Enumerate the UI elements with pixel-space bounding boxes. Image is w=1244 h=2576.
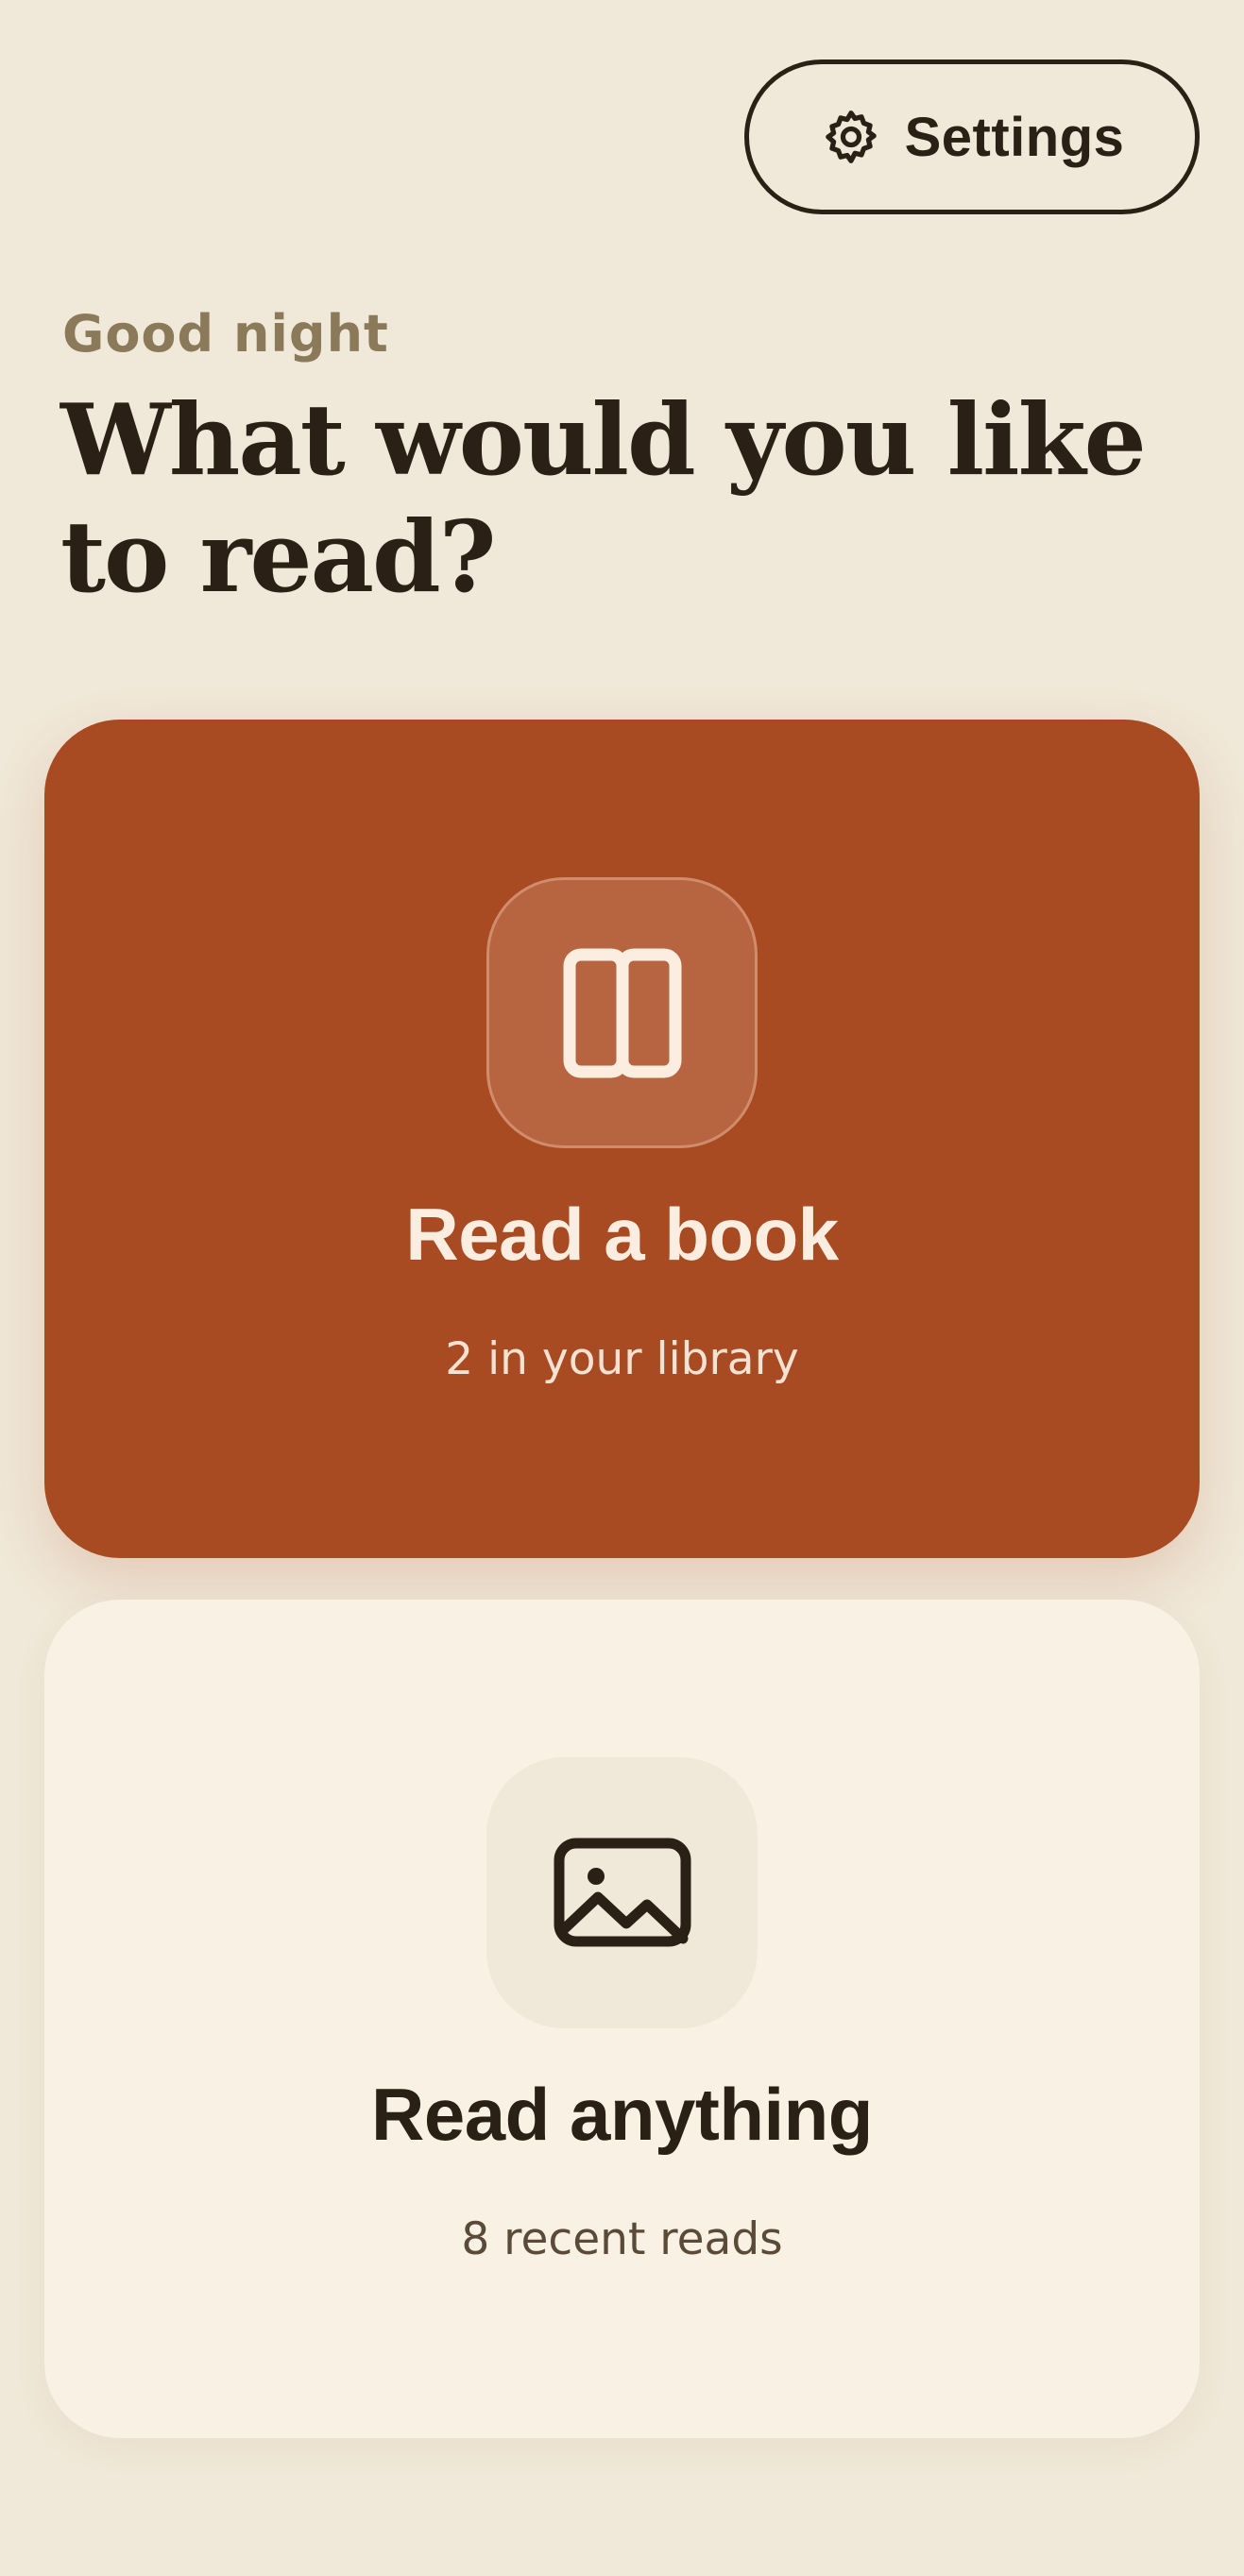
page-title: What would you like to read? bbox=[60, 381, 1147, 615]
book-icon-tile bbox=[486, 877, 758, 1148]
book-icon bbox=[560, 945, 685, 1081]
image-icon-tile bbox=[486, 1757, 758, 2028]
card-subtitle: 2 in your library bbox=[445, 1333, 799, 1385]
greeting: Good night bbox=[62, 304, 389, 364]
gear-icon bbox=[820, 106, 882, 168]
read-anything-card[interactable]: Read anything 8 recent reads bbox=[44, 1600, 1200, 2438]
image-icon bbox=[553, 1837, 692, 1950]
settings-button[interactable]: Settings bbox=[744, 59, 1200, 214]
card-title: Read anything bbox=[371, 2073, 873, 2156]
settings-label: Settings bbox=[904, 106, 1125, 168]
card-title: Read a book bbox=[405, 1193, 839, 1276]
card-subtitle: 8 recent reads bbox=[461, 2213, 783, 2265]
read-book-card[interactable]: Read a book 2 in your library bbox=[44, 720, 1200, 1558]
